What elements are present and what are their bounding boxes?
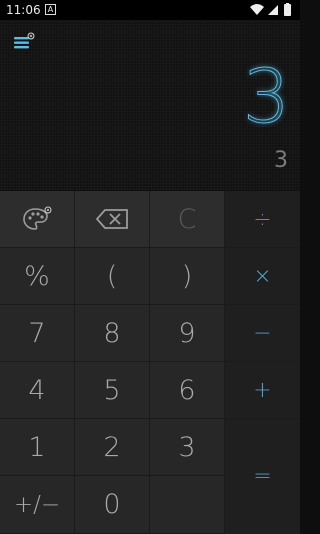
- digit-4-button[interactable]: 4: [0, 362, 75, 419]
- percent-button[interactable]: %: [0, 248, 75, 305]
- status-icons: [250, 3, 291, 16]
- keypad: C ÷ % ( ) × 7 8 9 − 4 5 6 + 1 2 3 +/− 0 …: [0, 191, 300, 534]
- divide-button[interactable]: ÷: [225, 191, 300, 248]
- open-paren-button[interactable]: (: [75, 248, 150, 305]
- notification-icon: A: [45, 4, 56, 15]
- digit-2-button[interactable]: 2: [75, 419, 150, 476]
- digit-0-button[interactable]: 0: [75, 476, 150, 534]
- digit-1-button[interactable]: 1: [0, 419, 75, 476]
- digit-7-button[interactable]: 7: [0, 305, 75, 362]
- plus-button[interactable]: +: [225, 362, 300, 419]
- calculator-screen: 11:06 A 3 3 C ÷ % () × 7 8 9 − 4 5 6 + …: [0, 0, 300, 534]
- empty-key: [150, 476, 225, 534]
- menu-icon[interactable]: [13, 32, 35, 50]
- theme-button[interactable]: [0, 191, 75, 248]
- signal-icon: [268, 5, 278, 15]
- sign-toggle-button[interactable]: +/−: [0, 476, 75, 534]
- backspace-button[interactable]: [75, 191, 150, 248]
- digit-8-button[interactable]: 8: [75, 305, 150, 362]
- palette-icon: [23, 206, 52, 230]
- display-panel: 3 3: [0, 20, 300, 207]
- digit-6-button[interactable]: 6: [150, 362, 225, 419]
- equals-button[interactable]: =: [225, 419, 300, 534]
- digit-5-button[interactable]: 5: [75, 362, 150, 419]
- multiply-button[interactable]: ×: [225, 248, 300, 305]
- digit-3-button[interactable]: 3: [150, 419, 225, 476]
- expression-display: 3: [274, 148, 288, 173]
- minus-button[interactable]: −: [225, 305, 300, 362]
- close-paren-button[interactable]: ): [150, 248, 225, 305]
- wifi-icon: [250, 4, 264, 15]
- clear-button[interactable]: C: [150, 191, 225, 248]
- status-time: 11:06: [6, 3, 41, 17]
- backspace-icon: [95, 209, 128, 229]
- digit-9-button[interactable]: 9: [150, 305, 225, 362]
- result-display: 3: [242, 54, 290, 140]
- battery-icon: [284, 4, 291, 16]
- status-bar: 11:06 A: [0, 0, 300, 20]
